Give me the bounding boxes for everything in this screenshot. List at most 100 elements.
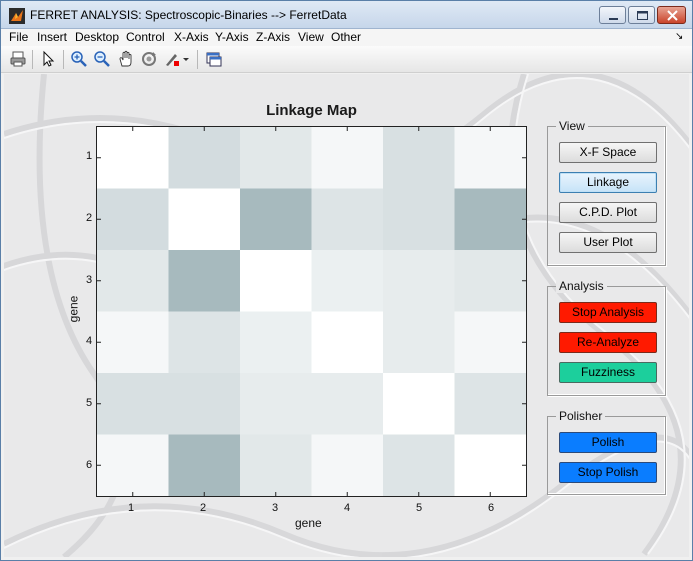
x-tick-label: 1: [128, 502, 135, 514]
matlab-logo-icon: [9, 8, 25, 24]
heatmap-cell-r3-c4: [311, 250, 384, 312]
x-tick-label: 5: [416, 502, 423, 514]
title-bar: FERRET ANALYSIS: Spectroscopic-Binaries …: [1, 1, 692, 29]
heatmap-cell-r1-c2: [168, 127, 241, 189]
view-panel-title: View: [556, 119, 588, 133]
fuzziness-button[interactable]: Fuzziness: [559, 362, 657, 383]
heatmap-cell-r5-c2: [168, 373, 241, 435]
close-icon: [667, 10, 678, 21]
user-plot-button[interactable]: User Plot: [559, 232, 657, 253]
heatmap-cell-r6-c5: [383, 434, 455, 496]
heatmap-cell-r6-c3: [240, 434, 312, 496]
heatmap-cell-r3-c2: [168, 250, 241, 312]
menu-file[interactable]: File: [9, 30, 28, 44]
menu-dock-arrow-icon[interactable]: ↘: [675, 31, 683, 42]
dropdown-icon[interactable]: [182, 50, 190, 68]
heatmap-cell-r3-c6: [454, 250, 526, 312]
heatmap-cell-r2-c2: [168, 188, 241, 251]
menu-view[interactable]: View: [298, 30, 324, 44]
stop-analysis-button[interactable]: Stop Analysis: [559, 302, 657, 323]
y-tick-label: 2: [86, 212, 93, 224]
heatmap-cell-r4-c6: [454, 311, 526, 374]
analysis-panel-title: Analysis: [556, 279, 607, 293]
heatmap-cell-r2-c4: [311, 188, 384, 251]
heatmap-cell-r4-c4: [311, 311, 384, 374]
heatmap-cell-r3-c5: [383, 250, 455, 312]
plot-title: Linkage Map: [266, 102, 357, 119]
heatmap-cell-r4-c2: [168, 311, 241, 374]
heatmap-cell-r1-c4: [311, 127, 384, 189]
heatmap-cell-r2-c6: [454, 188, 526, 251]
heatmap-cell-r6-c2: [168, 434, 241, 496]
x-tick-label: 6: [488, 502, 495, 514]
cpd-plot-button[interactable]: C.P.D. Plot: [559, 202, 657, 223]
polisher-panel: Polisher Polish Stop Polish: [547, 409, 666, 495]
heatmap-cell-r4-c3: [240, 311, 312, 374]
re-analyze-button[interactable]: Re-Analyze: [559, 332, 657, 353]
heatmap-axes[interactable]: [96, 126, 527, 497]
y-tick-label: 5: [86, 397, 93, 409]
y-tick-label: 4: [86, 335, 93, 347]
view-panel: View X-F Space Linkage C.P.D. Plot User …: [547, 119, 666, 266]
heatmap-cell-r5-c1: [97, 373, 169, 435]
analysis-panel: Analysis Stop Analysis Re-Analyze Fuzzin…: [547, 279, 666, 396]
app-window: FERRET ANALYSIS: Spectroscopic-Binaries …: [0, 0, 693, 561]
heatmap-cell-r6-c1: [97, 434, 169, 496]
stop-polish-button[interactable]: Stop Polish: [559, 462, 657, 483]
menu-other[interactable]: Other: [331, 30, 361, 44]
heatmap-cell-r5-c6: [454, 373, 526, 435]
x-tick-label: 2: [200, 502, 207, 514]
menu-x-axis[interactable]: X-Axis: [174, 30, 209, 44]
y-tick-label: 3: [86, 274, 93, 286]
heatmap-cell-r1-c3: [240, 127, 312, 189]
heatmap-cell-r2-c5: [383, 188, 455, 251]
toolbar: [1, 46, 692, 73]
maximize-button[interactable]: [628, 6, 655, 24]
toolbar-separator: [32, 50, 33, 69]
pan-hand-icon[interactable]: [117, 50, 135, 68]
close-button[interactable]: [657, 6, 686, 24]
window-title: FERRET ANALYSIS: Spectroscopic-Binaries …: [30, 8, 347, 22]
heatmap-cell-r2-c3: [240, 188, 312, 251]
heatmap-cell-r1-c5: [383, 127, 455, 189]
select-arrow-icon[interactable]: [39, 50, 57, 68]
xf-space-button[interactable]: X-F Space: [559, 142, 657, 163]
heatmap-cell-r5-c5: [383, 373, 455, 435]
figure-window-icon[interactable]: [205, 50, 223, 68]
menu-bar: File Insert Desktop Control X-Axis Y-Axi…: [1, 29, 692, 46]
heatmap-cell-r6-c4: [311, 434, 384, 496]
print-icon[interactable]: [9, 50, 27, 68]
heatmap-cell-r3-c1: [97, 250, 169, 312]
toolbar-separator: [63, 50, 64, 69]
maximize-icon: [637, 11, 648, 20]
heatmap-cell-r1-c1: [97, 127, 169, 189]
menu-z-axis[interactable]: Z-Axis: [256, 30, 290, 44]
menu-y-axis[interactable]: Y-Axis: [215, 30, 249, 44]
y-tick-label: 6: [86, 459, 93, 471]
heatmap-svg: [97, 127, 526, 496]
figure-canvas: Linkage Map 1 2 3 4 5 6 1 2 3 4 5 6 gene…: [4, 74, 689, 557]
data-cursor-icon[interactable]: [163, 50, 181, 68]
zoom-in-icon[interactable]: [70, 50, 88, 68]
menu-desktop[interactable]: Desktop: [75, 30, 119, 44]
heatmap-cell-r3-c3: [240, 250, 312, 312]
x-axis-label: gene: [295, 516, 322, 530]
y-axis-label: gene: [66, 295, 81, 323]
zoom-out-icon[interactable]: [93, 50, 111, 68]
rotate-icon[interactable]: [140, 50, 158, 68]
minimize-button[interactable]: [599, 6, 626, 24]
heatmap-cell-r2-c1: [97, 188, 169, 251]
x-tick-label: 3: [272, 502, 279, 514]
linkage-button[interactable]: Linkage: [559, 172, 657, 193]
y-tick-label: 1: [86, 150, 93, 162]
toolbar-separator: [197, 50, 198, 69]
heatmap-cell-r5-c4: [311, 373, 384, 435]
polisher-panel-title: Polisher: [556, 409, 606, 423]
minimize-icon: [609, 18, 618, 20]
menu-control[interactable]: Control: [126, 30, 165, 44]
heatmap-cell-r6-c6: [454, 434, 526, 496]
polish-button[interactable]: Polish: [559, 432, 657, 453]
menu-insert[interactable]: Insert: [37, 30, 67, 44]
x-tick-label: 4: [344, 502, 351, 514]
heatmap-cell-r1-c6: [454, 127, 526, 189]
